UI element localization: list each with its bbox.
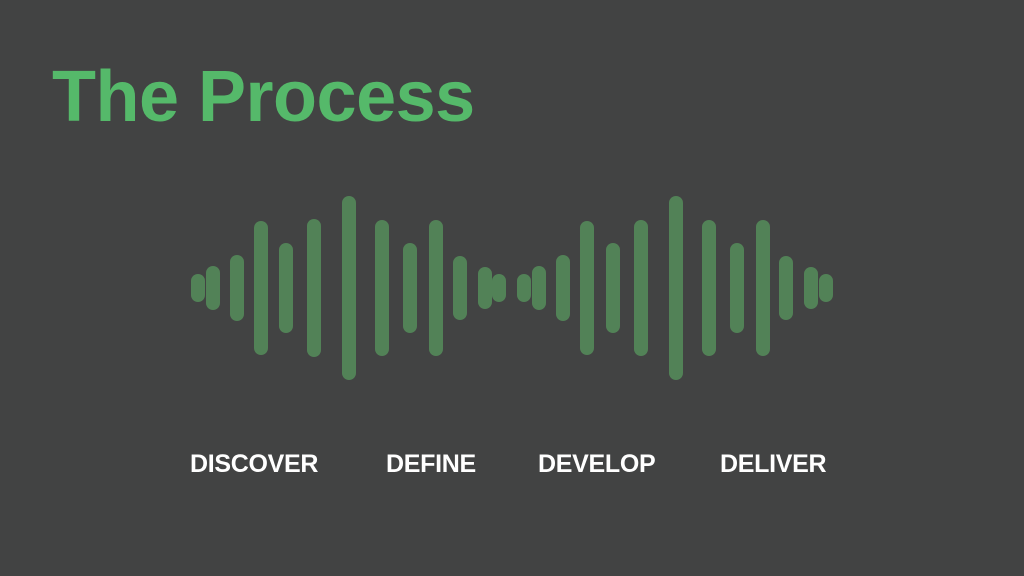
stage-label-define: DEFINE	[386, 450, 476, 478]
wave-bar-7	[342, 196, 356, 380]
wave-bar-6	[307, 219, 321, 357]
wave-bar-15	[532, 266, 546, 310]
wave-bar-9	[403, 243, 417, 333]
wave-bar-18	[606, 243, 620, 333]
stage-label-develop: DEVELOP	[538, 450, 656, 478]
stage-label-discover: DISCOVER	[190, 450, 319, 478]
stage-label-deliver: DELIVER	[720, 450, 827, 478]
process-slide: The Process DISCOVER DEFINE DEVELOP DELI…	[0, 0, 1024, 576]
wave-bar-3	[230, 255, 244, 321]
sound-wave-bars	[191, 196, 833, 380]
wave-bar-12	[478, 267, 492, 309]
wave-bar-5	[279, 243, 293, 333]
wave-bar-17	[580, 221, 594, 355]
wave-bar-2	[206, 266, 220, 310]
wave-bar-16	[556, 255, 570, 321]
wave-bar-21	[702, 220, 716, 356]
wave-bar-24	[779, 256, 793, 320]
wave-bar-14	[517, 274, 531, 302]
wave-bar-20	[669, 196, 683, 380]
wave-bar-23	[756, 220, 770, 356]
wave-bar-19	[634, 220, 648, 356]
wave-bar-22	[730, 243, 744, 333]
wave-bar-1	[191, 274, 205, 302]
wave-bar-10	[429, 220, 443, 356]
wave-bar-8	[375, 220, 389, 356]
wave-bar-26	[819, 274, 833, 302]
wave-bar-25	[804, 267, 818, 309]
wave-bar-13	[492, 274, 506, 302]
wave-bar-4	[254, 221, 268, 355]
sound-wave-icon	[191, 196, 833, 380]
wave-bar-11	[453, 256, 467, 320]
